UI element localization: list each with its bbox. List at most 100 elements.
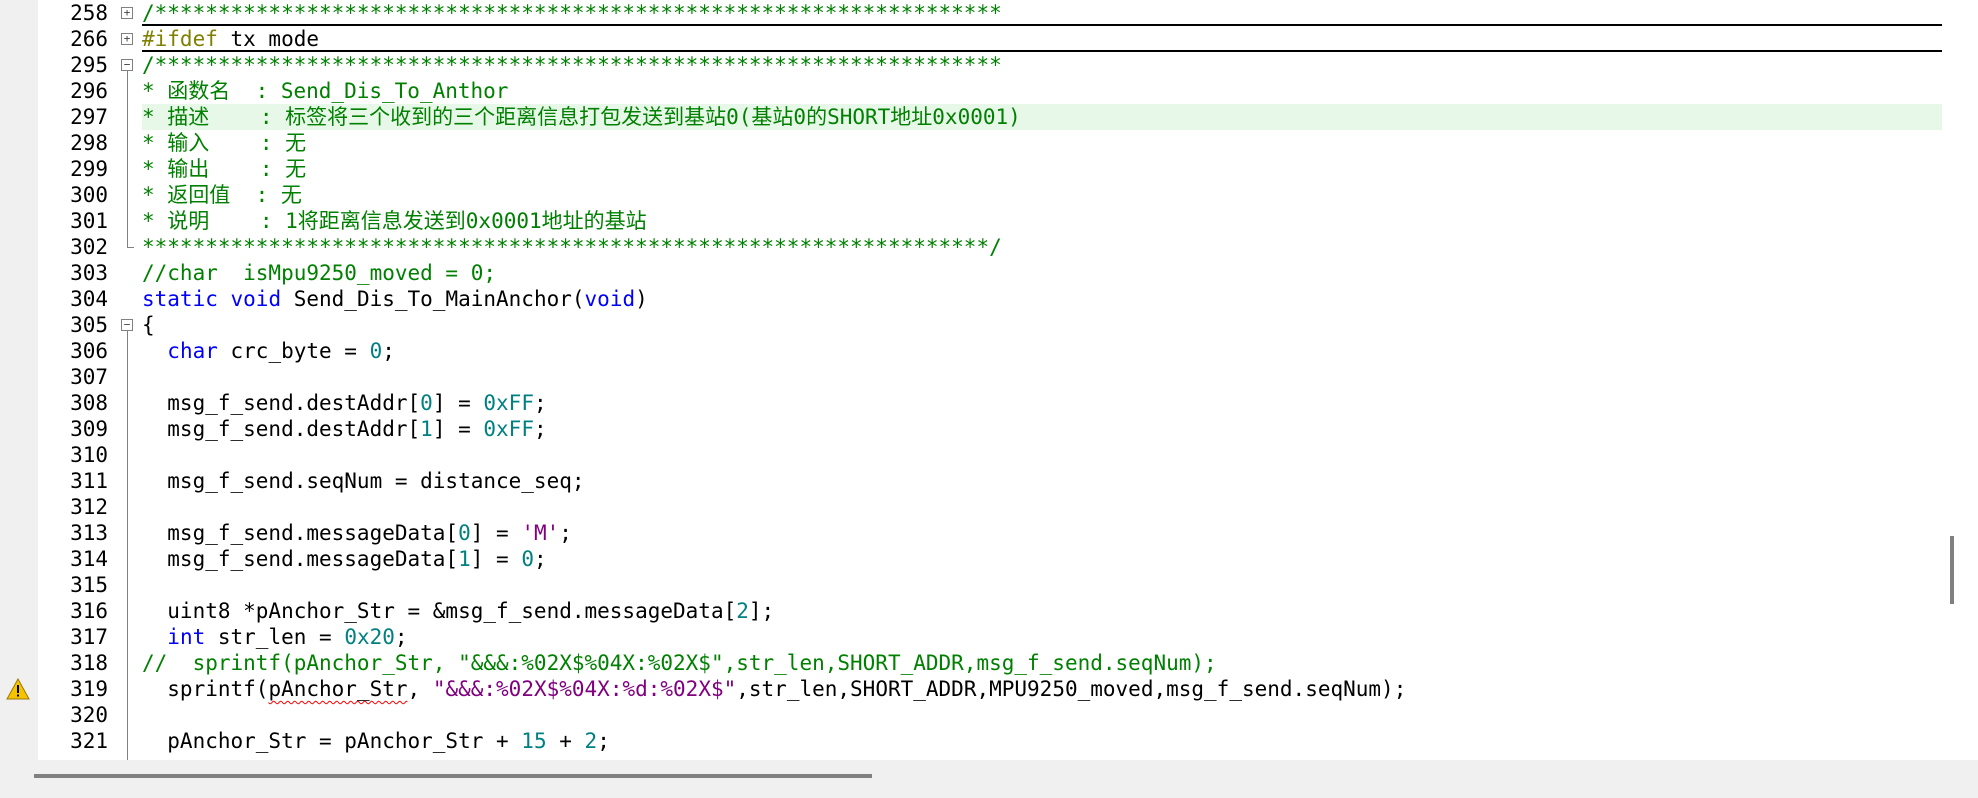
code-token: // sprintf(pAnchor_Str, "&&&:%02X$%04X:%… xyxy=(142,651,1217,675)
code-line[interactable]: msg_f_send.messageData[0] = 'M'; xyxy=(142,520,1942,546)
code-editor[interactable]: /***************************************… xyxy=(142,0,1942,760)
code-line[interactable]: pAnchor_Str = pAnchor_Str + 15 + 2; xyxy=(142,728,1942,754)
code-line[interactable]: char crc_byte = 0; xyxy=(142,338,1942,364)
line-number: 321 xyxy=(70,729,108,753)
code-line[interactable]: msg_f_send.messageData[1] = 0; xyxy=(142,546,1942,572)
code-line[interactable]: //char isMpu9250_moved = 0; xyxy=(142,260,1942,286)
code-line[interactable]: msg_f_send.destAddr[0] = 0xFF; xyxy=(142,390,1942,416)
code-line[interactable] xyxy=(142,494,1942,520)
code-token: * 输入 : 无 xyxy=(142,131,307,155)
code-line[interactable]: * 返回值 : 无 xyxy=(142,182,1942,208)
code-line[interactable]: /***************************************… xyxy=(142,52,1942,78)
code-token: msg_f_send.messageData[ xyxy=(142,521,459,545)
marker-margin[interactable] xyxy=(0,0,38,760)
code-token: /***************************************… xyxy=(142,1,1002,25)
code-token: ; xyxy=(597,729,610,753)
code-token: void xyxy=(230,287,282,311)
code-line[interactable]: /***************************************… xyxy=(142,0,1942,26)
line-number: 310 xyxy=(70,443,108,467)
code-line[interactable]: int str_len = 0x20; xyxy=(142,624,1942,650)
line-number: 317 xyxy=(70,625,108,649)
line-number: 308 xyxy=(70,391,108,415)
line-number: 318 xyxy=(70,651,108,675)
code-line[interactable]: uint8 *pAnchor_Str = &msg_f_send.message… xyxy=(142,598,1942,624)
line-number: 315 xyxy=(70,573,108,597)
line-number: 314 xyxy=(70,547,108,571)
code-token: ****************************************… xyxy=(142,235,1002,259)
code-line[interactable]: sprintf(pAnchor_Str, "&&&:%02X$%04X:%d:%… xyxy=(142,676,1942,702)
fold-expand-icon[interactable]: + xyxy=(121,33,133,45)
code-token: * 说明 : 1将距离信息发送到0x0001地址的基站 xyxy=(142,209,647,233)
fold-collapse-icon[interactable]: − xyxy=(121,59,133,71)
code-token: pAnchor_Str xyxy=(268,677,408,701)
line-number: 258 xyxy=(70,1,108,25)
code-token: msg_f_send.seqNum = distance_seq; xyxy=(142,469,585,493)
code-line[interactable]: msg_f_send.destAddr[1] = 0xFF; xyxy=(142,416,1942,442)
code-token: 0xFF xyxy=(483,417,534,441)
code-token: //char isMpu9250_moved = 0; xyxy=(142,261,497,285)
code-token: { xyxy=(142,313,155,337)
fold-expand-icon[interactable]: + xyxy=(121,7,133,19)
line-number: 300 xyxy=(70,183,108,207)
horizontal-scrollbar-thumb[interactable] xyxy=(34,774,872,778)
code-line[interactable]: ****************************************… xyxy=(142,234,1942,260)
code-token: pAnchor_Str = pAnchor_Str + xyxy=(142,729,522,753)
code-token: ; xyxy=(559,521,572,545)
code-line[interactable] xyxy=(142,572,1942,598)
code-line[interactable] xyxy=(142,702,1942,728)
code-token: char xyxy=(167,339,218,363)
code-line[interactable] xyxy=(142,442,1942,468)
code-token: str_len = xyxy=(205,625,345,649)
code-token: msg_f_send.destAddr[ xyxy=(142,417,421,441)
code-line[interactable]: { xyxy=(142,312,1942,338)
line-number: 312 xyxy=(70,495,108,519)
code-token: /***************************************… xyxy=(142,53,1002,77)
code-token: ]; xyxy=(748,599,775,623)
code-token: , xyxy=(407,677,433,701)
line-number: 307 xyxy=(70,365,108,389)
code-token: ,str_len,SHORT_ADDR,MPU9250_moved,msg_f_… xyxy=(736,677,1407,701)
code-line[interactable]: #ifdef tx_mode xyxy=(142,26,1942,52)
code-token: void xyxy=(584,287,636,311)
horizontal-scrollbar[interactable] xyxy=(0,760,1978,798)
code-line[interactable]: // sprintf(pAnchor_Str, "&&&:%02X$%04X:%… xyxy=(142,650,1942,676)
code-token: sprintf( xyxy=(142,677,269,701)
line-number: 311 xyxy=(70,469,108,493)
code-token: ; xyxy=(533,417,547,441)
line-number: 302 xyxy=(70,235,108,259)
line-number: 298 xyxy=(70,131,108,155)
line-number: 305 xyxy=(70,313,108,337)
code-line[interactable]: * 输入 : 无 xyxy=(142,130,1942,156)
code-token: 15 xyxy=(521,729,547,753)
code-token: * 输出 : 无 xyxy=(142,157,307,181)
code-line[interactable]: static void Send_Dis_To_MainAnchor(void) xyxy=(142,286,1942,312)
fold-end-marker xyxy=(127,247,134,248)
code-line[interactable]: * 输出 : 无 xyxy=(142,156,1942,182)
code-line[interactable]: msg_f_send.seqNum = distance_seq; xyxy=(142,468,1942,494)
line-number: 320 xyxy=(70,703,108,727)
code-line[interactable]: * 函数名 : Send_Dis_To_Anthor xyxy=(142,78,1942,104)
fold-margin[interactable] xyxy=(118,0,142,760)
code-token: ; xyxy=(394,625,408,649)
code-token: 1 xyxy=(420,417,433,441)
code-token: uint8 *pAnchor_Str = &msg_f_send.message… xyxy=(142,599,737,623)
fold-collapse-icon[interactable]: − xyxy=(121,319,133,331)
line-number: 266 xyxy=(70,27,108,51)
code-token: crc_byte = xyxy=(217,339,370,363)
line-number: 297 xyxy=(70,105,108,129)
code-token: ) xyxy=(635,287,648,311)
code-line[interactable]: * 说明 : 1将距离信息发送到0x0001地址的基站 xyxy=(142,208,1942,234)
warning-triangle-icon[interactable] xyxy=(6,678,30,700)
line-number: 301 xyxy=(70,209,108,233)
vertical-scrollbar-thumb[interactable] xyxy=(1950,536,1954,604)
code-line[interactable] xyxy=(142,364,1942,390)
code-token: * 返回值 : 无 xyxy=(142,183,302,207)
code-token: "&&&:%02X$%04X:%d:%02X$" xyxy=(432,677,737,701)
code-token: 0x20 xyxy=(344,625,395,649)
code-line[interactable]: * 描述 : 标签将三个收到的三个距离信息打包发送到基站0(基站0的SHORT地… xyxy=(142,104,1942,130)
code-token: static xyxy=(142,287,218,311)
code-token: #ifdef xyxy=(142,27,218,51)
